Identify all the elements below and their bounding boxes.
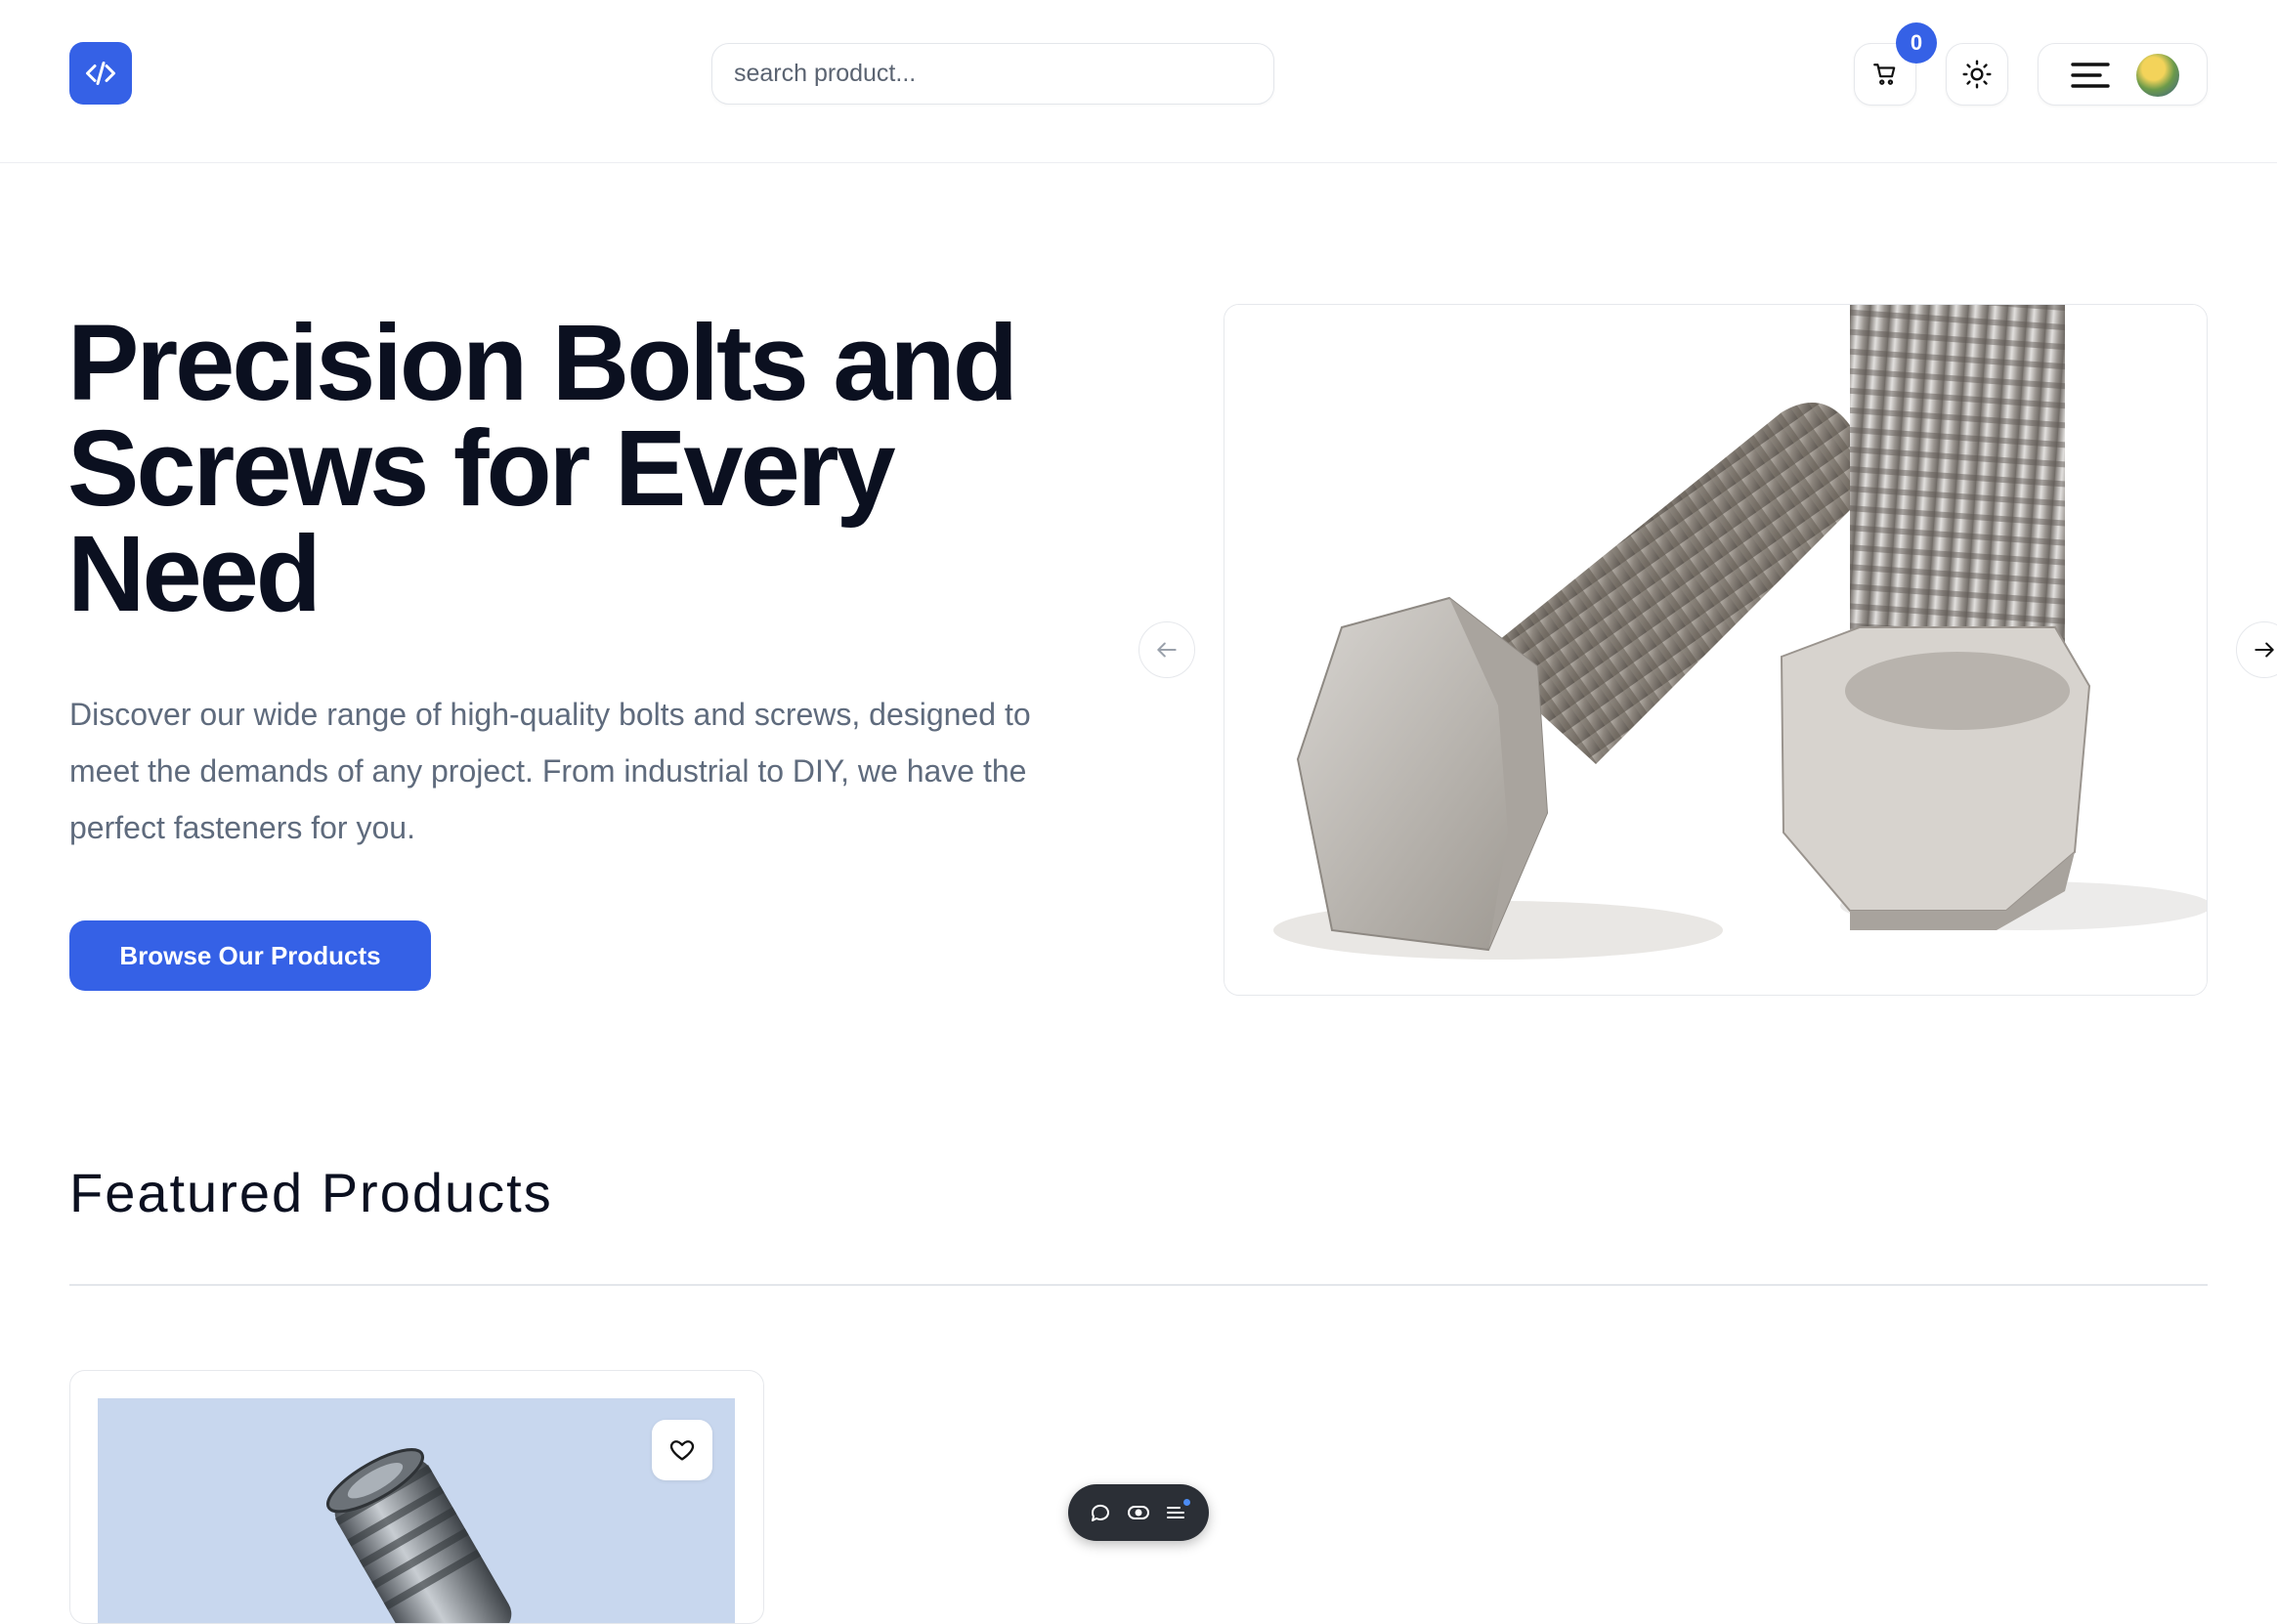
hero-title: Precision Bolts and Screws for Every Nee… — [67, 303, 1018, 634]
logo-button[interactable] — [69, 42, 132, 105]
arrow-right-icon — [2255, 642, 2274, 658]
comment-button[interactable] — [1085, 1497, 1116, 1528]
search-input[interactable] — [712, 44, 1273, 104]
product-card[interactable] — [69, 1370, 764, 1624]
featured-products-title: Featured Products — [69, 1162, 553, 1223]
heart-icon — [669, 1440, 695, 1461]
notification-dot — [1183, 1499, 1190, 1506]
browse-products-button[interactable]: Browse Our Products — [69, 920, 431, 991]
hamburger-icon[interactable] — [2071, 62, 2110, 89]
carousel-next-button[interactable] — [2236, 621, 2277, 678]
search-box — [711, 43, 1274, 105]
carousel-prev-button[interactable] — [1138, 621, 1195, 678]
site-header: 0 — [0, 0, 2277, 163]
avatar[interactable] — [2136, 54, 2179, 97]
thread-insert-image — [98, 1398, 735, 1623]
list-button[interactable] — [1161, 1497, 1192, 1528]
cart-icon — [1873, 64, 1896, 85]
hero-carousel — [1224, 304, 2208, 996]
code-icon — [86, 62, 115, 85]
arrow-left-icon — [1157, 642, 1177, 658]
eye-icon — [1128, 1506, 1149, 1519]
cart-count-badge: 0 — [1896, 22, 1937, 64]
sun-icon — [1962, 60, 1992, 89]
user-menu[interactable] — [2038, 43, 2208, 106]
section-divider — [69, 1284, 2208, 1286]
product-image[interactable] — [98, 1398, 735, 1623]
hero-description: Discover our wide range of high-quality … — [69, 697, 1031, 845]
theme-toggle-button[interactable] — [1946, 43, 2008, 106]
floating-toolbar — [1068, 1484, 1209, 1541]
favorite-button[interactable] — [652, 1420, 712, 1480]
comment-icon — [1091, 1504, 1109, 1521]
bolts-image — [1224, 305, 2207, 995]
preview-button[interactable] — [1123, 1497, 1154, 1528]
